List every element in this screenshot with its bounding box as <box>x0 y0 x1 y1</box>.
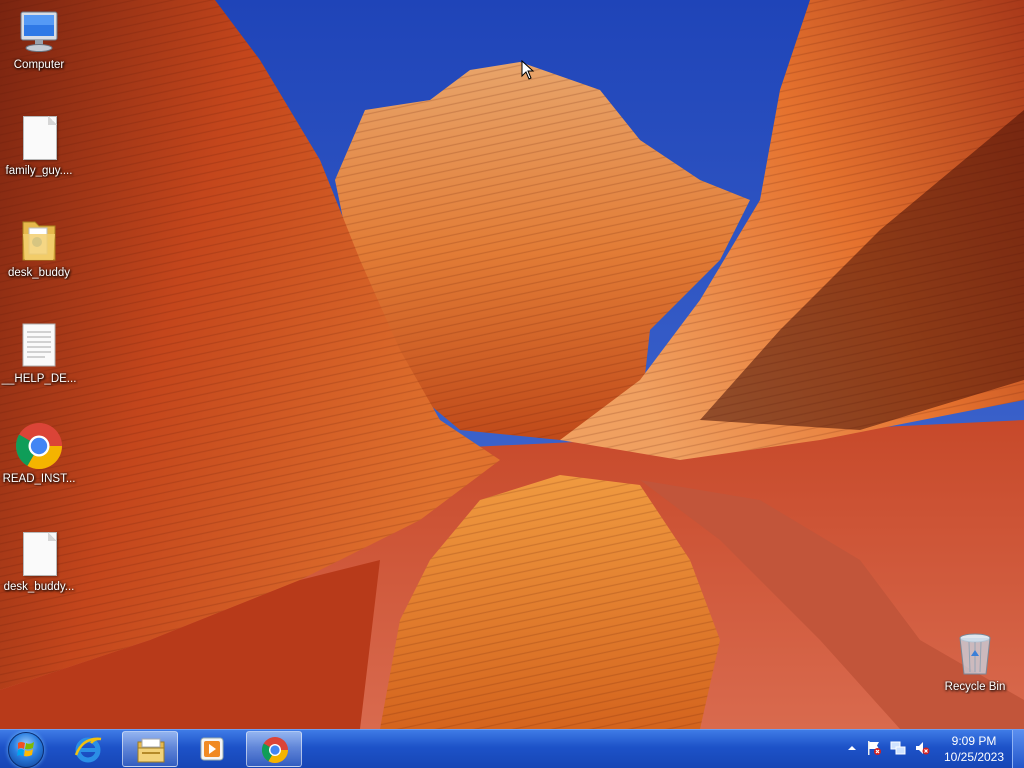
windows-start-icon <box>8 732 44 768</box>
desktop-icon-label: __HELP_DE... <box>1 373 77 385</box>
desktop-icon-recycle-bin[interactable]: Recycle Bin <box>936 630 1014 694</box>
action-center-flag-icon[interactable] <box>866 740 882 756</box>
clock-time: 9:09 PM <box>951 734 997 748</box>
desktop-icon-label: Recycle Bin <box>944 681 1006 693</box>
desktop-icon-read-inst[interactable]: READ_INST... <box>0 422 78 486</box>
desktop-icon-label: READ_INST... <box>2 473 76 485</box>
desktop-icon-desk-buddy-file[interactable]: desk_buddy... <box>0 530 78 594</box>
folder-icon <box>15 216 63 264</box>
media-player-icon <box>197 735 227 763</box>
network-icon[interactable] <box>890 740 906 756</box>
desktop-icon-label: family_guy.... <box>5 165 73 177</box>
taskbar: 9:09 PM 10/25/2023 <box>0 729 1024 768</box>
chrome-icon <box>260 736 290 764</box>
file-explorer-icon <box>136 736 166 764</box>
wallpaper-art <box>0 0 1024 729</box>
clock-date: 10/25/2023 <box>943 750 1005 764</box>
desktop-icon-desk-buddy-folder[interactable]: desk_buddy <box>0 216 78 280</box>
taskbar-google-chrome[interactable] <box>246 731 302 767</box>
start-button[interactable] <box>4 731 50 768</box>
volume-muted-icon[interactable] <box>914 740 930 756</box>
taskbar-clock[interactable]: 9:09 PM 10/25/2023 <box>938 733 1010 765</box>
taskbar-file-explorer[interactable] <box>122 731 178 767</box>
desktop-icon-computer[interactable]: Computer <box>0 8 78 72</box>
desktop-icon-label: desk_buddy <box>7 267 71 279</box>
text-document-icon <box>15 322 63 370</box>
recycle-bin-icon <box>951 630 999 678</box>
document-icon <box>15 114 63 162</box>
internet-explorer-icon <box>73 735 103 763</box>
desktop-icon-label: desk_buddy... <box>3 581 75 593</box>
desktop-wallpaper <box>0 0 1024 729</box>
mouse-cursor-icon <box>521 59 535 80</box>
desktop-icon-label: Computer <box>13 59 65 71</box>
desktop-icon-family-guy[interactable]: family_guy.... <box>0 114 78 178</box>
taskbar-media-player[interactable] <box>184 731 240 767</box>
computer-icon <box>15 8 63 56</box>
chrome-icon <box>15 422 63 470</box>
desktop-icon-help-de[interactable]: __HELP_DE... <box>0 322 78 386</box>
taskbar-internet-explorer[interactable] <box>60 731 116 767</box>
show-hidden-icons-arrow[interactable] <box>844 740 860 756</box>
show-desktop-button[interactable] <box>1012 730 1024 768</box>
document-icon <box>15 530 63 578</box>
